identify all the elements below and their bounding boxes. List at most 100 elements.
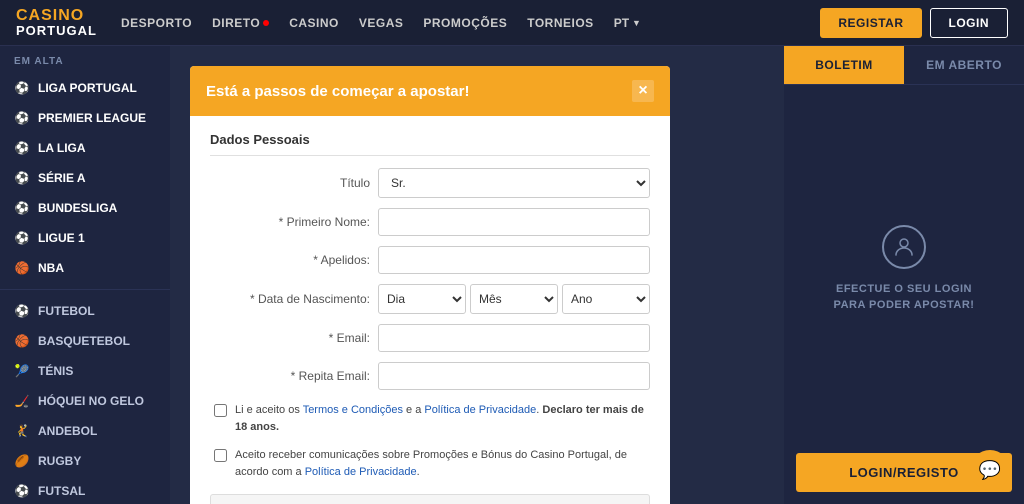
titulo-select[interactable]: Sr. Sra. Dr. Dra.	[378, 168, 650, 198]
sidebar-item-futebol[interactable]: ⚽ FUTEBOL	[0, 296, 170, 326]
nav-torneios[interactable]: TORNEIOS	[527, 16, 593, 30]
promo-checkbox-row: Aceito receber comunicações sobre Promoç…	[210, 447, 650, 480]
sidebar-item-basquetebol[interactable]: 🏀 BASQUETEBOL	[0, 326, 170, 356]
promo-checkbox[interactable]	[214, 449, 227, 462]
chevron-down-icon: ▼	[632, 18, 641, 28]
ano-select[interactable]: Ano	[562, 284, 650, 314]
sidebar-item-premier-league[interactable]: ⚽ PREMIER LEAGUE	[0, 103, 170, 133]
login-prompt: EFECTUE O SEU LOGINPARA PODER APOSTAR!	[834, 281, 975, 314]
date-group: Dia Mês Ano	[378, 284, 650, 314]
nav-casino[interactable]: CASINO	[289, 16, 339, 30]
boletim-body: EFECTUE O SEU LOGINPARA PODER APOSTAR!	[784, 85, 1024, 453]
sidebar-item-nba[interactable]: 🏀 NBA	[0, 253, 170, 283]
main-layout: EM ALTA ⚽ LIGA PORTUGAL ⚽ PREMIER LEAGUE…	[0, 46, 1024, 504]
register-button[interactable]: REGISTAR	[820, 8, 921, 38]
sidebar-label: BASQUETEBOL	[38, 334, 130, 348]
sidebar-item-hoquei[interactable]: 🏒 HÓQUEI NO GELO	[0, 386, 170, 416]
rugby-icon: 🏉	[14, 453, 30, 469]
mes-select[interactable]: Mês	[470, 284, 558, 314]
boletim-tabs: BOLETIM EM ABERTO	[784, 46, 1024, 85]
repita-email-input[interactable]	[378, 362, 650, 390]
nav-vegas[interactable]: VEGAS	[359, 16, 404, 30]
sidebar-label: SÉRIE A	[38, 171, 86, 185]
chat-button[interactable]: 💬	[970, 450, 1010, 490]
soccer-icon: ⚽	[14, 303, 30, 319]
login-button[interactable]: LOGIN	[930, 8, 1009, 38]
soccer-icon: ⚽	[14, 200, 30, 216]
content-area: Está a passos de começar a apostar! × Da…	[170, 46, 1024, 504]
sidebar-item-tenis[interactable]: 🎾 TÉNIS	[0, 356, 170, 386]
modal-close-button[interactable]: ×	[632, 80, 654, 102]
sidebar-divider	[0, 289, 170, 290]
sidebar-item-la-liga[interactable]: ⚽ LA LIGA	[0, 133, 170, 163]
hockey-icon: 🏒	[14, 393, 30, 409]
nav-links: DESPORTO DIRETO CASINO VEGAS PROMOÇÕES T…	[121, 16, 820, 30]
dia-select[interactable]: Dia	[378, 284, 466, 314]
top-navigation: CASINO PORTUGAL DESPORTO DIRETO CASINO V…	[0, 0, 1024, 46]
nav-direto[interactable]: DIRETO	[212, 16, 269, 30]
handball-icon: 🤾	[14, 423, 30, 439]
sidebar-item-ligue1[interactable]: ⚽ LIGUE 1	[0, 223, 170, 253]
sidebar-item-serie-a[interactable]: ⚽ SÉRIE A	[0, 163, 170, 193]
boletim-panel: BOLETIM EM ABERTO EFECTUE O SEU LOGINPAR…	[784, 46, 1024, 504]
sidebar-item-andebol[interactable]: 🤾 ANDEBOL	[0, 416, 170, 446]
repita-email-row: * Repita Email:	[210, 362, 650, 390]
sidebar-label: PREMIER LEAGUE	[38, 111, 146, 125]
soccer-icon: ⚽	[14, 230, 30, 246]
nav-promocoes[interactable]: PROMOÇÕES	[423, 16, 507, 30]
form-wrapper: Está a passos de começar a apostar! × Da…	[170, 46, 784, 504]
nav-desporto[interactable]: DESPORTO	[121, 16, 192, 30]
sidebar-label: LA LIGA	[38, 141, 86, 155]
terms-checkbox-row: Li e aceito os Termos e Condições e a Po…	[210, 402, 650, 435]
sidebar-label: HÓQUEI NO GELO	[38, 394, 144, 408]
sidebar-label: RUGBY	[38, 454, 81, 468]
chat-icon: 💬	[979, 460, 1001, 481]
tab-boletim[interactable]: BOLETIM	[784, 46, 904, 84]
logo-portugal: PORTUGAL	[16, 24, 97, 38]
logo-casino: CASINO	[16, 7, 97, 25]
terms-checkbox[interactable]	[214, 404, 227, 417]
sidebar-label: NBA	[38, 261, 64, 275]
titulo-row: Título Sr. Sra. Dr. Dra.	[210, 168, 650, 198]
modal-title: Está a passos de começar a apostar!	[206, 83, 469, 100]
apelidos-input[interactable]	[378, 246, 650, 274]
logo[interactable]: CASINO PORTUGAL	[16, 7, 97, 39]
sidebar-label: LIGA PORTUGAL	[38, 81, 137, 95]
registration-modal: Está a passos de começar a apostar! × Da…	[190, 66, 670, 504]
sidebar-label: FUTEBOL	[38, 304, 95, 318]
data-nascimento-label: * Data de Nascimento:	[210, 292, 370, 306]
soccer-icon: ⚽	[14, 110, 30, 126]
basketball-icon: 🏀	[14, 260, 30, 276]
soccer-icon: ⚽	[14, 483, 30, 499]
data-nascimento-row: * Data de Nascimento: Dia Mês Ano	[210, 284, 650, 314]
privacy-link[interactable]: Política de Privacidade	[424, 404, 536, 416]
modal-header: Está a passos de começar a apostar! ×	[190, 66, 670, 116]
sidebar-item-bundesliga[interactable]: ⚽ BUNDESLIGA	[0, 193, 170, 223]
primeiro-nome-label: * Primeiro Nome:	[210, 215, 370, 229]
terms-link[interactable]: Termos e Condições	[303, 404, 403, 416]
sidebar-item-liga-portugal[interactable]: ⚽ LIGA PORTUGAL	[0, 73, 170, 103]
sidebar-label: TÉNIS	[38, 364, 73, 378]
sidebar-item-futsal[interactable]: ⚽ FUTSAL	[0, 476, 170, 504]
tennis-icon: 🎾	[14, 363, 30, 379]
tab-em-aberto[interactable]: EM ABERTO	[904, 46, 1024, 84]
soccer-icon: ⚽	[14, 140, 30, 156]
email-input[interactable]	[378, 324, 650, 352]
primeiro-nome-input[interactable]	[378, 208, 650, 236]
repita-email-label: * Repita Email:	[210, 369, 370, 383]
modal-body: Dados Pessoais Título Sr. Sra. Dr. Dra.	[190, 116, 670, 504]
user-icon	[882, 225, 926, 269]
sidebar-item-rugby[interactable]: 🏉 RUGBY	[0, 446, 170, 476]
section-title: Dados Pessoais	[210, 132, 650, 156]
language-selector[interactable]: PT ▼	[614, 16, 641, 30]
privacy-link2[interactable]: Política de Privacidade	[305, 466, 417, 478]
email-row: * Email:	[210, 324, 650, 352]
sidebar-label: BUNDESLIGA	[38, 201, 117, 215]
titulo-label: Título	[210, 176, 370, 190]
continue-button[interactable]: CONTINUAR 1/4	[210, 494, 650, 504]
apelidos-label: * Apelidos:	[210, 253, 370, 267]
primeiro-nome-row: * Primeiro Nome:	[210, 208, 650, 236]
sidebar-label: ANDEBOL	[38, 424, 97, 438]
nav-buttons: REGISTAR LOGIN	[820, 8, 1008, 38]
sidebar-label: LIGUE 1	[38, 231, 85, 245]
